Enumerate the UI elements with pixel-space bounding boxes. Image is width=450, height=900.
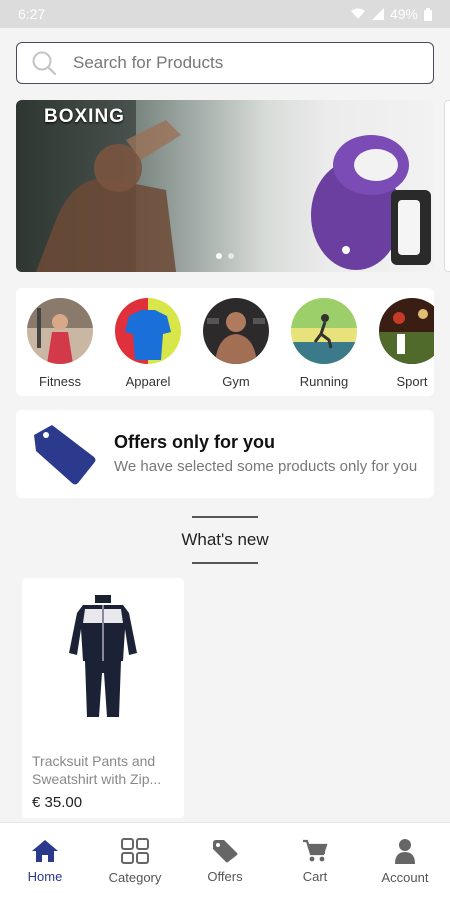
category-fitness[interactable]: Fitness — [16, 298, 104, 389]
nav-account[interactable]: Account — [360, 823, 450, 900]
product-name: Tracksuit Pants and Sweatshirt with Zip.… — [32, 753, 162, 787]
next-banner-peek[interactable] — [444, 100, 450, 272]
status-icons: 49% — [350, 6, 432, 22]
divider — [192, 516, 258, 518]
nav-offers[interactable]: Offers — [180, 823, 270, 900]
home-icon — [32, 840, 58, 862]
apparel-image — [115, 298, 181, 364]
category-apparel[interactable]: Apparel — [104, 298, 192, 389]
offers-title: Offers only for you — [114, 432, 276, 452]
cart-icon — [303, 839, 328, 862]
nav-category[interactable]: Category — [90, 823, 180, 900]
category-label: Gym — [222, 374, 250, 389]
nav-label: Category — [108, 870, 162, 885]
nav-cart[interactable]: Cart — [270, 823, 360, 900]
product-price: € 35.00 — [32, 794, 83, 811]
signal-icon — [371, 8, 384, 20]
battery-percent: 49% — [389, 6, 418, 22]
promo-banner[interactable]: BOXING — [16, 100, 434, 272]
category-label: Fitness — [39, 374, 81, 389]
fitness-image — [27, 298, 93, 364]
whats-new-title: What's new — [181, 530, 269, 549]
nav-label: Home — [27, 869, 63, 884]
nav-label: Account — [381, 870, 429, 885]
nav-label: Offers — [207, 869, 243, 884]
status-bar: 6:27 49% — [0, 0, 450, 28]
whats-new-header: What's new — [0, 516, 450, 564]
search-icon — [32, 51, 57, 76]
running-image — [291, 298, 357, 364]
sport-image — [379, 298, 434, 364]
search-input[interactable] — [73, 53, 373, 73]
category-sport[interactable]: Sport — [368, 298, 434, 389]
nav-label: Cart — [302, 869, 328, 884]
offers-subtitle: We have selected some products only for … — [114, 458, 418, 475]
banner-pagination — [216, 253, 234, 259]
category-gym[interactable]: Gym — [192, 298, 280, 389]
divider — [192, 562, 258, 564]
search-bar[interactable] — [16, 42, 434, 84]
account-icon — [395, 839, 415, 864]
nav-home[interactable]: Home — [0, 823, 90, 900]
grid-icon — [121, 838, 149, 864]
category-running[interactable]: Running — [280, 298, 368, 389]
banner-title: BOXING — [44, 106, 125, 127]
product-card[interactable]: Tracksuit Pants and Sweatshirt with Zip.… — [22, 578, 184, 818]
status-time: 6:27 — [18, 6, 46, 22]
category-carousel: Fitness Apparel Gym Running Sport — [16, 288, 434, 396]
battery-icon — [424, 7, 432, 21]
bottom-navigation: Home Category Offers Cart Account — [0, 822, 450, 900]
tag-icon — [213, 840, 238, 863]
product-image — [22, 578, 184, 738]
gym-image — [203, 298, 269, 364]
category-label: Sport — [396, 374, 428, 389]
tag-icon — [34, 425, 96, 485]
offers-card[interactable]: Offers only for you We have selected som… — [16, 410, 434, 498]
banner-dot — [228, 253, 234, 259]
banner-dot — [216, 253, 222, 259]
wifi-icon — [350, 8, 365, 19]
category-label: Running — [299, 374, 349, 389]
category-label: Apparel — [125, 374, 171, 389]
